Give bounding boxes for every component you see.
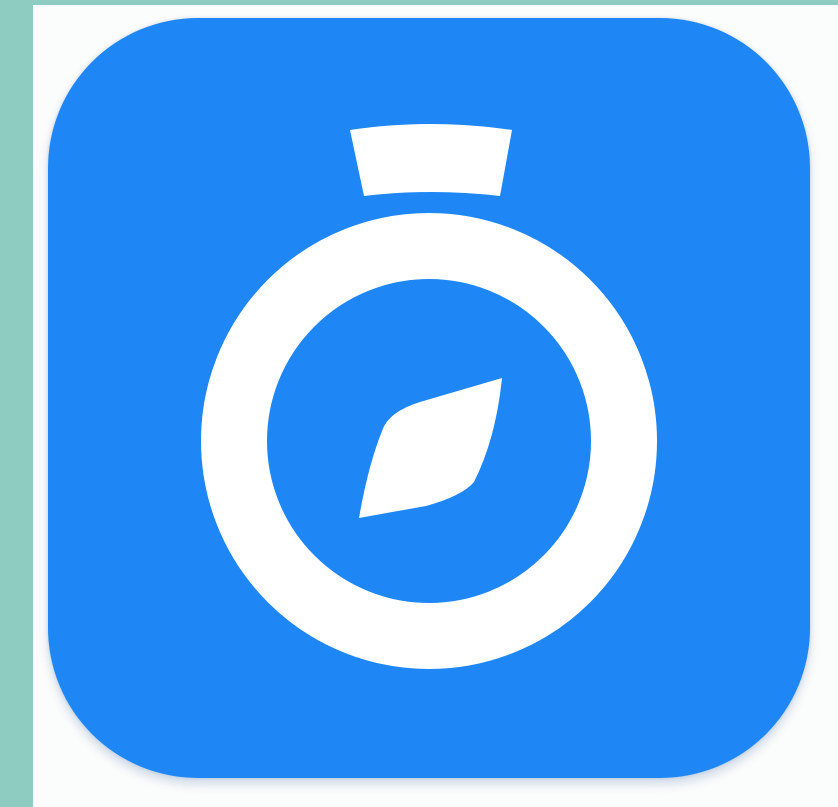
app-icon-tile[interactable]: [48, 18, 810, 778]
page: { "icon": { "name": "stopwatch-compass-i…: [0, 0, 838, 807]
stopwatch-crown-icon: [350, 124, 512, 196]
stopwatch-compass-icon: [48, 18, 810, 778]
frame-left-edge: [0, 0, 33, 807]
